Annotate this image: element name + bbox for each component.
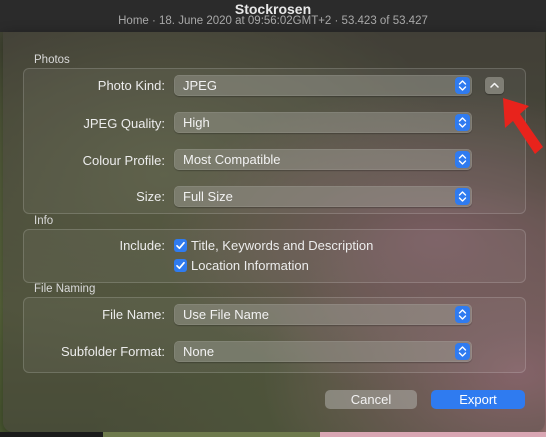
checkmark-icon [176, 261, 185, 270]
title-keywords-label: Title, Keywords and Description [191, 238, 374, 253]
chevron-up-down-icon [455, 77, 470, 94]
subfolder-format-value: None [183, 344, 215, 359]
chevron-up-icon [490, 82, 499, 88]
photo-background-strip [0, 432, 546, 437]
colour-profile-value: Most Compatible [183, 152, 281, 167]
chevron-up-down-icon [455, 151, 470, 168]
size-popup[interactable]: Full Size [174, 186, 472, 207]
colour-profile-label: Colour Profile: [82, 153, 165, 168]
include-label: Include: [119, 238, 165, 253]
checkmark-icon [176, 241, 185, 250]
chevron-up-down-icon [455, 114, 470, 131]
section-label-info: Info [34, 215, 54, 227]
subfolder-format-label: Subfolder Format: [60, 344, 165, 359]
screen: Stockrosen Home · 18. June 2020 at 09:56… [0, 0, 546, 437]
location-info-checkbox[interactable] [174, 259, 187, 272]
jpeg-quality-label: JPEG Quality: [83, 116, 165, 131]
chevron-up-down-icon [455, 188, 470, 205]
location-info-label: Location Information [191, 258, 309, 273]
jpeg-quality-popup[interactable]: High [174, 112, 472, 133]
jpeg-quality-value: High [183, 115, 210, 130]
colour-profile-popup[interactable]: Most Compatible [174, 149, 472, 170]
cancel-button[interactable]: Cancel [325, 390, 417, 409]
chevron-up-down-icon [455, 343, 470, 360]
photo-title-bar: Stockrosen Home · 18. June 2020 at 09:56… [0, 0, 546, 32]
file-name-popup[interactable]: Use File Name [174, 304, 472, 325]
chevron-up-down-icon [455, 306, 470, 323]
red-arrow-icon [503, 98, 543, 154]
title-keywords-checkbox[interactable] [174, 239, 187, 252]
photo-kind-label: Photo Kind: [97, 78, 165, 93]
subfolder-format-popup[interactable]: None [174, 341, 472, 362]
photo-subtitle: Home · 18. June 2020 at 09:56:02GMT+2 · … [118, 15, 428, 27]
photo-kind-popup[interactable]: JPEG [174, 75, 472, 96]
file-name-label: File Name: [102, 307, 165, 322]
size-value: Full Size [183, 189, 233, 204]
size-label: Size: [136, 189, 165, 204]
section-label-file-naming: File Naming [34, 283, 96, 295]
export-button[interactable]: Export [431, 390, 525, 409]
section-label-photos: Photos [34, 54, 70, 66]
file-name-value: Use File Name [183, 307, 269, 322]
photo-kind-value: JPEG [183, 78, 217, 93]
